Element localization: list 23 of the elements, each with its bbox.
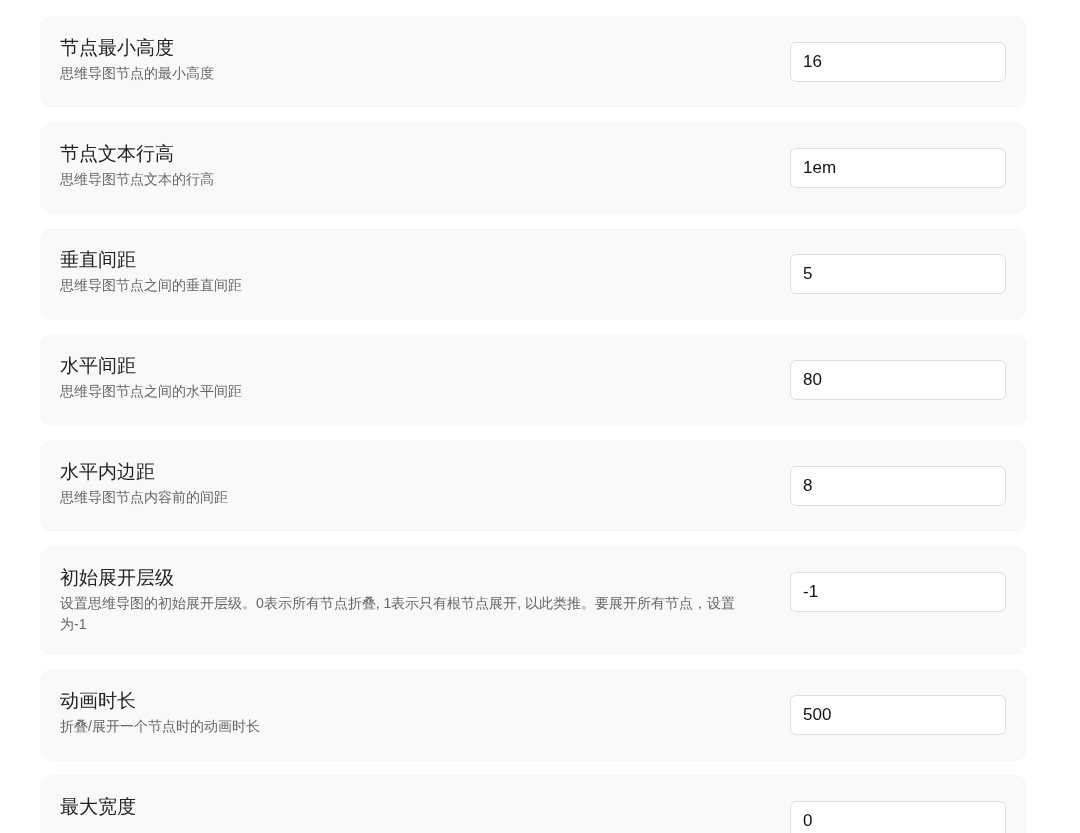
- input-field[interactable]: 1em: [790, 148, 1006, 188]
- setting-description: 折叠/展开一个节点时的动画时长: [60, 717, 261, 736]
- input-field[interactable]: 500: [790, 695, 1006, 735]
- input-field[interactable]: 0: [790, 801, 1006, 833]
- input-field[interactable]: 5: [790, 254, 1006, 294]
- setting-description: 思维导图节点的最小高度: [60, 64, 215, 83]
- setting-description: 思维导图节点内容前的间距: [60, 488, 229, 507]
- setting-title: 节点最小高度: [60, 36, 175, 60]
- setting-description: 思维导图节点文本的行高: [60, 170, 215, 189]
- input-field[interactable]: -1: [790, 572, 1006, 612]
- setting-title: 节点文本行高: [60, 142, 175, 166]
- setting-description: 思维导图节点之间的垂直间距: [60, 276, 243, 295]
- setting-title: 水平内边距: [60, 460, 156, 484]
- input-field[interactable]: 16: [790, 42, 1006, 82]
- setting-title: 垂直间距: [60, 248, 137, 272]
- setting-description: 设置思维导图的初始展开层级。0表示所有节点折叠, 1表示只有根节点展开, 以此类推。要展开所有节点，设置为-1: [60, 594, 737, 634]
- setting-title: 最大宽度: [60, 795, 137, 819]
- setting-title: 动画时长: [60, 689, 137, 713]
- setting-description: 思维导图节点之间的水平间距: [60, 382, 243, 401]
- setting-title: 水平间距: [60, 354, 137, 378]
- setting-title: 初始展开层级: [60, 566, 175, 590]
- input-field[interactable]: 80: [790, 360, 1006, 400]
- input-field[interactable]: 8: [790, 466, 1006, 506]
